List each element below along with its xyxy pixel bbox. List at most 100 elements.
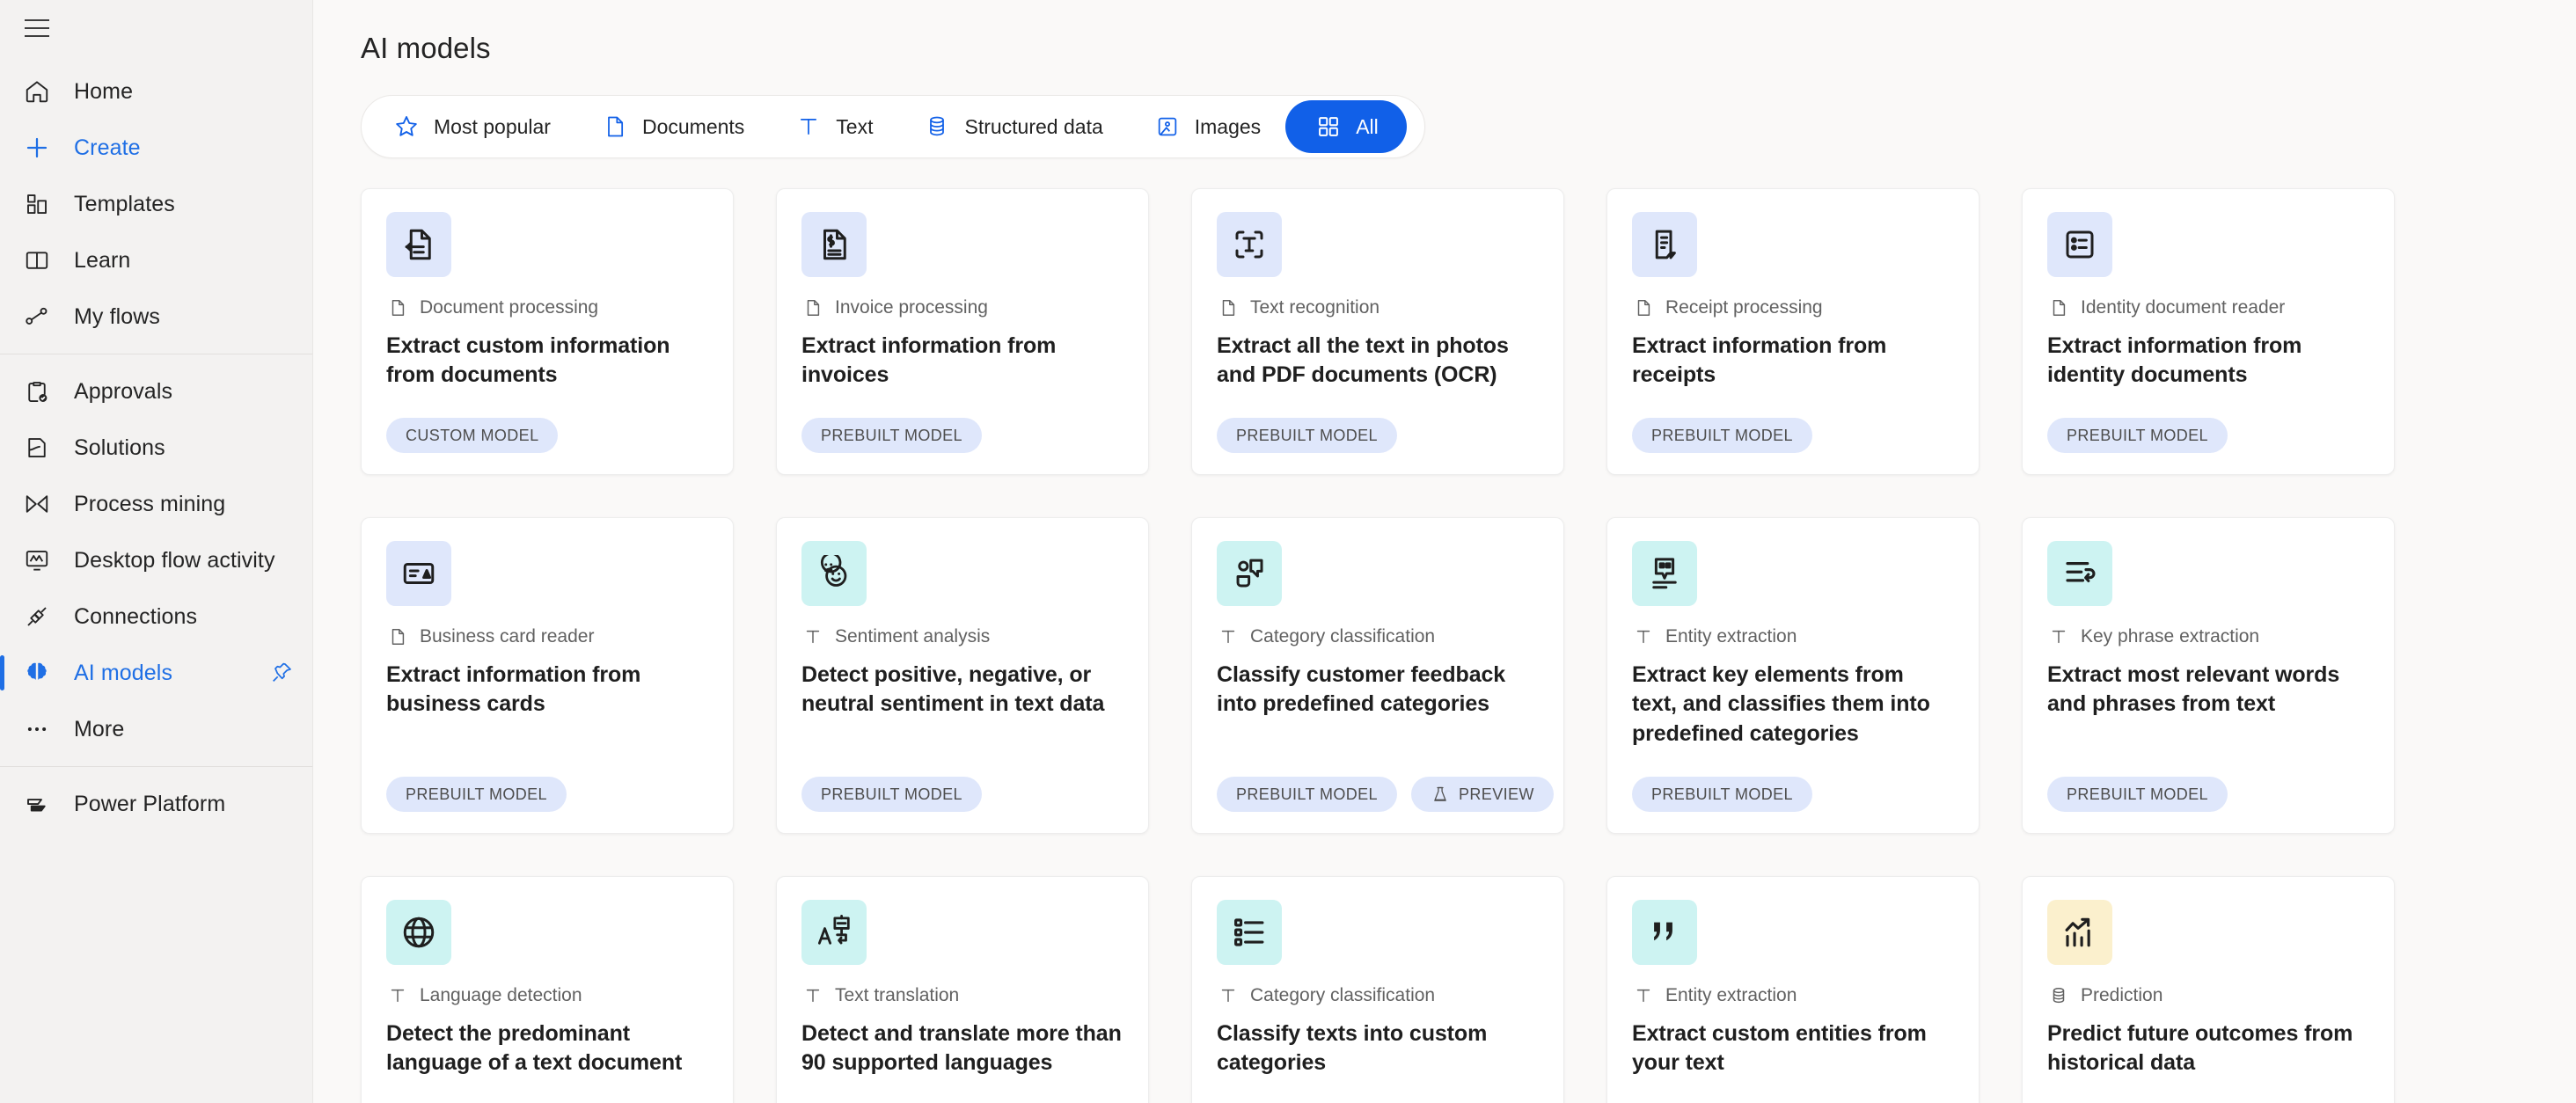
text-t-icon bbox=[1217, 625, 1240, 648]
hamburger-row bbox=[0, 0, 312, 56]
document-icon bbox=[1217, 296, 1240, 319]
model-card[interactable]: Invoice processing Extract information f… bbox=[776, 188, 1149, 475]
document-icon bbox=[386, 625, 409, 648]
card-kind-label: Text translation bbox=[835, 985, 960, 1005]
card-kind-label: Receipt processing bbox=[1665, 297, 1823, 318]
tab-structured-data[interactable]: Structured data bbox=[897, 100, 1127, 153]
card-kind-label: Entity extraction bbox=[1665, 626, 1797, 646]
card-kind-label: Language detection bbox=[420, 985, 582, 1005]
card-kind: Identity document reader bbox=[2047, 296, 2369, 319]
card-title: Extract information from business cards bbox=[386, 662, 641, 717]
sidebar-item-label: Home bbox=[74, 78, 134, 104]
tab-label: Images bbox=[1194, 114, 1262, 138]
sidebar-item-templates[interactable]: Templates bbox=[0, 176, 312, 232]
translate-icon bbox=[801, 900, 867, 965]
trend-chart-icon bbox=[2047, 900, 2112, 965]
status-badge: PREBUILT MODEL bbox=[386, 777, 567, 812]
card-kind: Entity extraction bbox=[1632, 984, 1954, 1007]
model-card[interactable]: Category classification Classify texts i… bbox=[1191, 876, 1564, 1103]
pin-icon[interactable] bbox=[267, 658, 296, 688]
card-badges: CUSTOM MODEL bbox=[386, 395, 708, 453]
brain-icon bbox=[19, 655, 55, 690]
card-kind-label: Invoice processing bbox=[835, 297, 988, 318]
clipboard-check-icon bbox=[19, 374, 55, 409]
text-t-icon bbox=[2047, 625, 2070, 648]
sidebar-item-ai-models[interactable]: AI models bbox=[0, 645, 312, 701]
tab-label: Text bbox=[836, 114, 874, 138]
tab-most-popular[interactable]: Most popular bbox=[367, 100, 575, 153]
card-kind: Language detection bbox=[386, 984, 708, 1007]
sidebar-item-more[interactable]: More bbox=[0, 701, 312, 757]
sidebar-item-power-platform[interactable]: Power Platform bbox=[0, 776, 312, 832]
model-card[interactable]: Entity extraction Extract key elements f… bbox=[1606, 517, 1980, 834]
text-t-icon bbox=[386, 984, 409, 1007]
card-title: Detect and translate more than 90 suppor… bbox=[801, 1021, 1122, 1076]
card-kind-label: Entity extraction bbox=[1665, 985, 1797, 1005]
sidebar-item-label: More bbox=[74, 716, 125, 741]
model-card[interactable]: Text translation Detect and translate mo… bbox=[776, 876, 1149, 1103]
ocr-scan-icon bbox=[1217, 212, 1282, 277]
sidebar-item-label: Connections bbox=[74, 603, 198, 629]
sidebar-item-label: Approvals bbox=[74, 378, 173, 404]
sidebar-item-home[interactable]: Home bbox=[0, 63, 312, 120]
status-badge: PREBUILT MODEL bbox=[2047, 777, 2228, 812]
card-title: Detect positive, negative, or neutral se… bbox=[801, 662, 1105, 717]
card-badges: PREBUILT MODEL bbox=[1632, 395, 1954, 453]
text-t-icon bbox=[794, 112, 823, 142]
beaker-icon bbox=[1431, 785, 1450, 804]
model-card[interactable]: Business card reader Extract information… bbox=[361, 517, 734, 834]
model-card[interactable]: Entity extraction Extract custom entitie… bbox=[1606, 876, 1980, 1103]
tab-label: Structured data bbox=[964, 114, 1103, 138]
sidebar-item-connections[interactable]: Connections bbox=[0, 588, 312, 645]
document-icon bbox=[801, 296, 824, 319]
card-badges: PREBUILT MODEL bbox=[1632, 754, 1954, 812]
hamburger-icon[interactable] bbox=[19, 11, 55, 46]
power-platform-icon bbox=[19, 786, 55, 822]
sidebar-item-label: My flows bbox=[74, 303, 161, 329]
model-card[interactable]: Document processing Extract custom infor… bbox=[361, 188, 734, 475]
sidebar-item-solutions[interactable]: Solutions bbox=[0, 420, 312, 476]
ellipsis-icon bbox=[19, 712, 55, 747]
model-card[interactable]: Identity document reader Extract informa… bbox=[2022, 188, 2395, 475]
model-card-grid: Document processing Extract custom infor… bbox=[361, 188, 2576, 1103]
status-badge: PREBUILT MODEL bbox=[2047, 418, 2228, 453]
sidebar-item-my-flows[interactable]: My flows bbox=[0, 289, 312, 345]
sidebar-item-process-mining[interactable]: Process mining bbox=[0, 476, 312, 532]
card-badges: PREBUILT MODEL bbox=[801, 754, 1123, 812]
card-badges: PREBUILT MODEL bbox=[801, 395, 1123, 453]
invoice-icon bbox=[801, 212, 867, 277]
sidebar-item-create[interactable]: Create bbox=[0, 120, 312, 176]
model-card[interactable]: Text recognition Extract all the text in… bbox=[1191, 188, 1564, 475]
tab-images[interactable]: Images bbox=[1128, 100, 1285, 153]
globe-icon bbox=[386, 900, 451, 965]
receipt-icon bbox=[1632, 212, 1697, 277]
quote-marks-icon bbox=[1632, 900, 1697, 965]
sidebar-item-desktop-flow-activity[interactable]: Desktop flow activity bbox=[0, 532, 312, 588]
tab-documents[interactable]: Documents bbox=[575, 100, 769, 153]
sidebar-divider-2 bbox=[0, 766, 312, 767]
tab-all[interactable]: All bbox=[1285, 100, 1407, 153]
sidebar-item-approvals[interactable]: Approvals bbox=[0, 363, 312, 420]
card-kind-label: Text recognition bbox=[1250, 297, 1380, 318]
bullet-list-icon bbox=[1217, 900, 1282, 965]
plus-icon bbox=[19, 130, 55, 165]
tab-text[interactable]: Text bbox=[769, 100, 897, 153]
text-t-icon bbox=[801, 625, 824, 648]
card-kind-label: Sentiment analysis bbox=[835, 626, 991, 646]
sidebar-item-learn[interactable]: Learn bbox=[0, 232, 312, 289]
tab-label: All bbox=[1356, 114, 1379, 138]
document-icon bbox=[1632, 296, 1655, 319]
model-card[interactable]: Category classification Classify custome… bbox=[1191, 517, 1564, 834]
model-card[interactable]: Receipt processing Extract information f… bbox=[1606, 188, 1980, 475]
card-kind-label: Business card reader bbox=[420, 626, 595, 646]
card-kind-label: Identity document reader bbox=[2081, 297, 2286, 318]
model-card[interactable]: Language detection Detect the predominan… bbox=[361, 876, 734, 1103]
model-card[interactable]: Prediction Predict future outcomes from … bbox=[2022, 876, 2395, 1103]
card-title: Extract information from invoices bbox=[801, 333, 1057, 388]
main-content: AI models Most popular Documents Text St… bbox=[313, 0, 2576, 1103]
model-card[interactable]: Key phrase extraction Extract most relev… bbox=[2022, 517, 2395, 834]
lines-arrow-icon bbox=[2047, 541, 2112, 606]
model-card[interactable]: Sentiment analysis Detect positive, nega… bbox=[776, 517, 1149, 834]
document-icon bbox=[386, 296, 409, 319]
card-badges: PREBUILT MODEL bbox=[1217, 395, 1539, 453]
